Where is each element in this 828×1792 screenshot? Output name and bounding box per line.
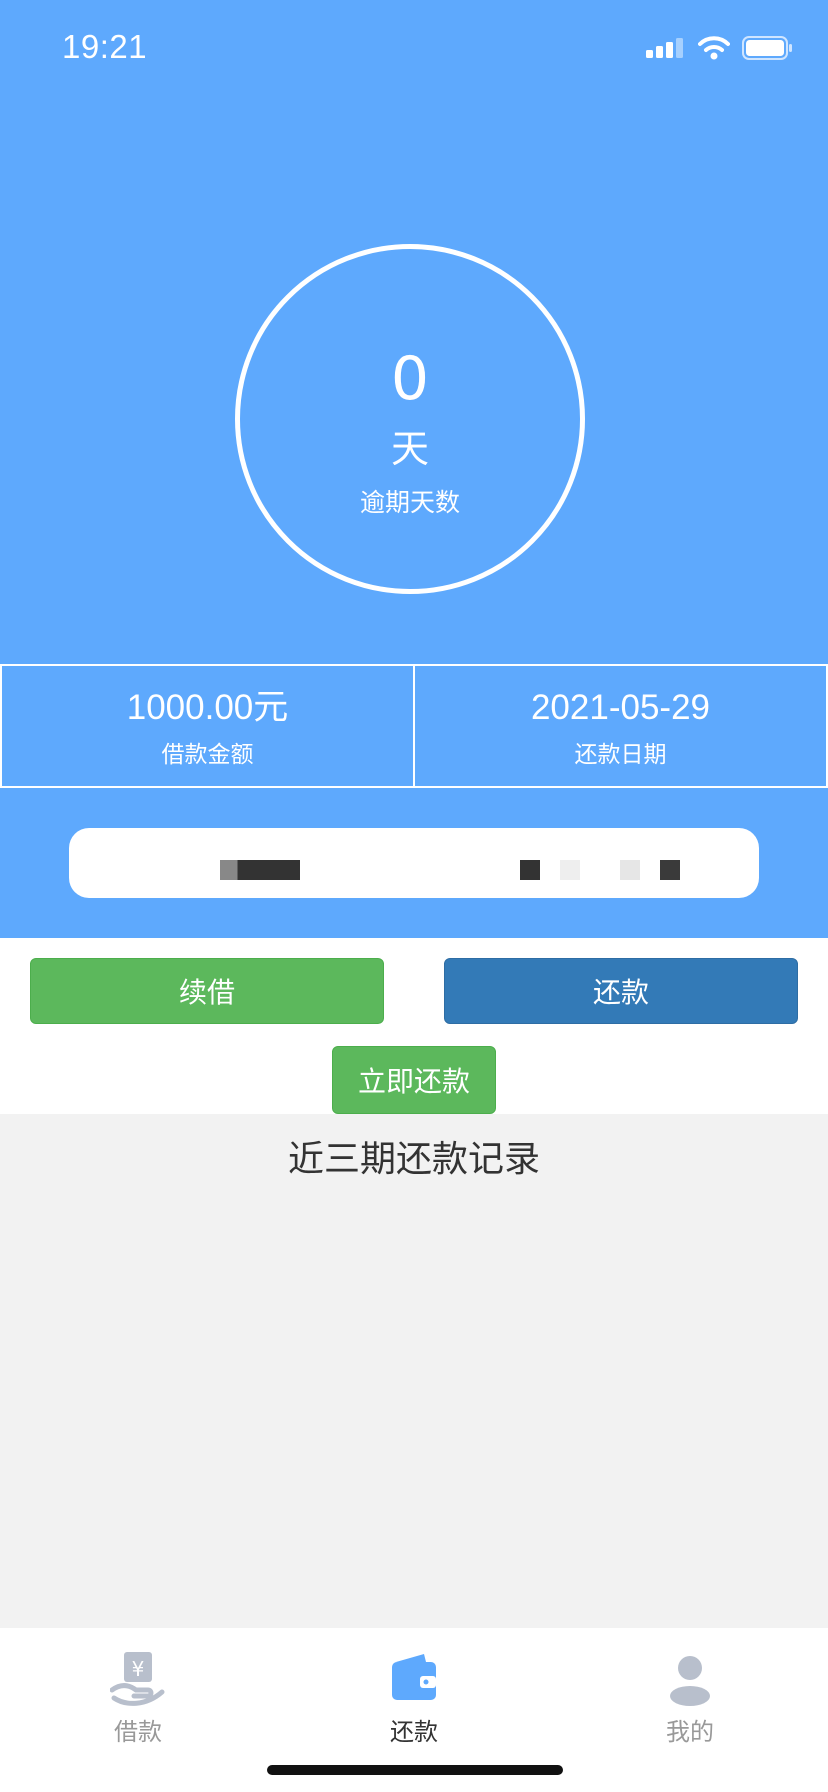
repay-date-cell: 2021-05-29 还款日期	[415, 664, 828, 788]
home-indicator[interactable]	[267, 1765, 563, 1775]
redacted-block	[220, 860, 300, 880]
tab-repay-label: 还款	[390, 1718, 438, 1746]
tab-mine-label: 我的	[666, 1718, 714, 1746]
overdue-days-value: 0	[390, 344, 430, 414]
repayment-records-title: 近三期还款记录	[287, 1139, 540, 1180]
repay-date-value: 2021-05-29	[530, 688, 711, 727]
tab-mine[interactable]: 我的	[610, 1650, 770, 1747]
status-time: 19:21	[62, 28, 148, 65]
redacted-block	[620, 860, 640, 880]
repay-date-label: 还款日期	[574, 742, 667, 768]
redacted-block	[660, 860, 680, 880]
user-icon	[670, 1656, 710, 1706]
wallet-icon	[392, 1654, 436, 1700]
repay-now-button[interactable]: 立即还款	[332, 1046, 496, 1114]
hero-panel: 19:21 0 天 逾期天数 1000.00元 借款金额 2021-05-29 …	[0, 0, 828, 938]
renew-button[interactable]: 续借	[30, 958, 384, 1024]
overdue-days-caption: 逾期天数	[359, 488, 460, 517]
overdue-days-ring: 0 天 逾期天数	[235, 244, 585, 594]
redacted-info-bar	[69, 828, 759, 898]
status-icons	[646, 36, 794, 60]
signal-icon	[646, 38, 683, 58]
tab-borrow-label: 借款	[114, 1718, 162, 1746]
tab-repay[interactable]: 还款	[334, 1650, 494, 1747]
repay-button[interactable]: 还款	[444, 958, 798, 1024]
tab-borrow[interactable]: ¥ 借款	[58, 1650, 218, 1747]
loan-amount-cell: 1000.00元 借款金额	[0, 664, 415, 788]
loan-amount-label: 借款金额	[161, 742, 254, 768]
status-bar: 19:21	[0, 0, 828, 100]
wifi-icon	[698, 36, 730, 60]
loan-amount-value: 1000.00元	[126, 688, 289, 727]
svg-text:¥: ¥	[132, 1657, 145, 1681]
action-area: 续借 还款 立即还款	[0, 938, 828, 1114]
hand-yen-icon: ¥	[109, 1652, 165, 1706]
redacted-block	[560, 860, 580, 880]
loan-stats: 1000.00元 借款金额 2021-05-29 还款日期	[0, 664, 828, 788]
redacted-block	[520, 860, 540, 880]
overdue-days-unit: 天	[390, 427, 429, 471]
battery-icon	[742, 36, 792, 60]
